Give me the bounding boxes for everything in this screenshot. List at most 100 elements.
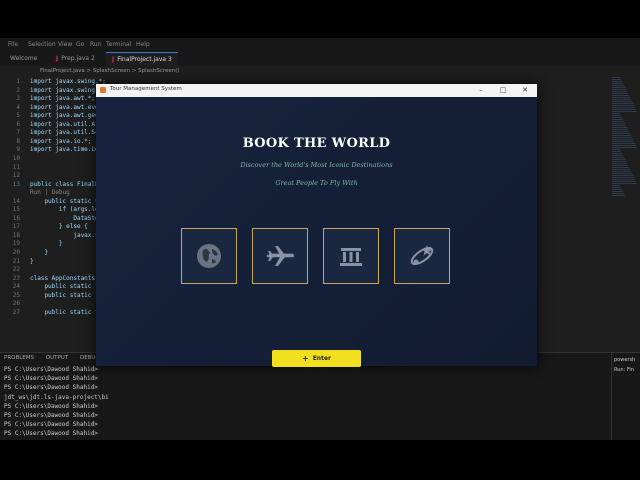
minimap-line	[612, 191, 623, 192]
minimap-line	[612, 187, 621, 188]
menu-file[interactable]: File	[8, 41, 18, 48]
line-number: 18	[12, 231, 20, 239]
minimap-line	[612, 113, 620, 114]
menu-terminal[interactable]: Terminal	[106, 41, 131, 48]
minimap-line	[612, 193, 624, 194]
line-number: 22	[12, 266, 20, 274]
line-number: 2	[16, 86, 20, 94]
tab-output[interactable]: OUTPUT	[46, 355, 68, 361]
code-line: public static fi	[30, 291, 103, 299]
minimap-line	[612, 101, 632, 102]
minimap-line	[612, 123, 625, 124]
minimap-line	[612, 185, 620, 186]
minimize-icon[interactable]: –	[471, 85, 491, 96]
tab-prep-java[interactable]: J Prep.java 2	[50, 52, 101, 66]
minimap-line	[612, 147, 637, 148]
orbit-icon	[410, 245, 434, 266]
code-line: public static fi	[30, 308, 103, 316]
subtagline: Great People To Fly With	[275, 179, 358, 187]
terminal-list: powersh Run: Fin	[611, 353, 640, 441]
minimap-line	[612, 135, 631, 136]
line-number: 9	[16, 146, 20, 154]
minimap-line	[612, 115, 621, 116]
terminal-line: PS C:\Users\Dawood Shahid>	[4, 421, 98, 429]
code-line: import java.awt.geom	[30, 112, 103, 120]
terminal-line: PS C:\Users\Dawood Shahid>	[4, 402, 98, 410]
minimap-line	[612, 169, 630, 170]
airplane-card	[252, 228, 308, 284]
terminal-line: PS C:\Users\Dawood Shahid>	[4, 375, 98, 383]
code-line: DataSto	[30, 214, 99, 222]
code-line: import java.util.Arr	[30, 120, 103, 128]
line-number: 12	[12, 172, 20, 180]
code-line: import java.io.*;	[30, 137, 92, 145]
line-number: 25	[12, 291, 20, 299]
maximize-icon[interactable]: □	[493, 85, 513, 96]
line-number: 27	[12, 308, 20, 316]
minimap-line	[612, 159, 625, 160]
minimap-line	[612, 171, 631, 172]
minimap-line	[612, 119, 623, 120]
terminal-run[interactable]: Run: Fin	[614, 367, 638, 373]
tab-problems[interactable]: PROBLEMS	[4, 355, 34, 361]
minimap-line	[612, 139, 633, 140]
minimap-line	[612, 141, 634, 142]
code-line: public static vo	[30, 197, 103, 205]
line-number: 8	[16, 137, 20, 145]
line-number: 24	[12, 283, 20, 291]
minimap[interactable]	[610, 76, 640, 316]
minimap-line	[612, 109, 636, 110]
menu-run[interactable]: Run	[90, 41, 102, 48]
terminal-powershell[interactable]: powersh	[614, 357, 638, 363]
landmark-icon	[340, 248, 362, 266]
orbit-card	[394, 228, 450, 284]
tab-label: Prep.java 2	[61, 55, 95, 62]
tab-welcome[interactable]: Welcome	[4, 52, 43, 66]
enter-button[interactable]: + Enter	[272, 350, 361, 367]
tagline: Discover the World's Most Iconic Destina…	[240, 161, 393, 169]
breadcrumb-path: FinalProject.java > SplashScreen > Splas…	[40, 68, 180, 74]
close-icon[interactable]: ✕	[515, 85, 535, 96]
tab-finalproject-java[interactable]: J FinalProject.java 3	[106, 52, 178, 66]
menu-help[interactable]: Help	[136, 41, 150, 48]
minimap-line	[612, 91, 627, 92]
minimap-line	[612, 127, 627, 128]
minimap-line	[612, 195, 625, 196]
minimap-line	[612, 131, 629, 132]
splash-content: BOOK THE WORLD Discover the World's Most…	[96, 97, 537, 367]
line-number: 1	[16, 78, 20, 85]
minimap-line	[612, 87, 625, 88]
globe-card	[181, 228, 237, 284]
menu-view[interactable]: View	[58, 41, 72, 48]
minimap-line	[612, 125, 626, 126]
line-number: 6	[16, 120, 20, 128]
breadcrumb[interactable]: FinalProject.java > SplashScreen > Splas…	[0, 66, 640, 76]
code-lens[interactable]: Run | Debug	[30, 189, 70, 196]
java-file-icon: J	[56, 55, 59, 62]
line-number: 10	[12, 154, 20, 162]
minimap-line	[612, 183, 637, 184]
editor-tab-bar: Welcome J Prep.java 2 J FinalProject.java …	[0, 52, 640, 66]
minimap-line	[612, 121, 624, 122]
line-number: 23	[12, 274, 20, 282]
code-line: }	[30, 240, 63, 248]
minimap-line	[612, 155, 623, 156]
menu-go[interactable]: Go	[76, 41, 84, 48]
minimap-line	[612, 105, 634, 106]
code-line: public class FinalPr	[30, 180, 103, 188]
minimap-line	[612, 137, 632, 138]
minimap-line	[612, 97, 630, 98]
window-titlebar[interactable]: Tour Management System – □ ✕	[96, 84, 537, 97]
screen-bottom	[0, 440, 640, 480]
line-number: 4	[16, 103, 20, 111]
code-line: import java.awt.*;	[30, 95, 96, 103]
line-number: 3	[16, 95, 20, 103]
code-line: import javax.swing.b	[30, 86, 103, 94]
enter-label: Enter	[312, 355, 331, 362]
menu-selection[interactable]: Selection	[28, 41, 56, 48]
minimap-line	[612, 175, 633, 176]
line-number: 19	[12, 240, 20, 248]
code-line: import java.time.Loc	[30, 146, 103, 154]
menu-bar: File Selection View Go Run Terminal Help	[0, 38, 640, 52]
window-title: Tour Management System	[110, 86, 182, 92]
